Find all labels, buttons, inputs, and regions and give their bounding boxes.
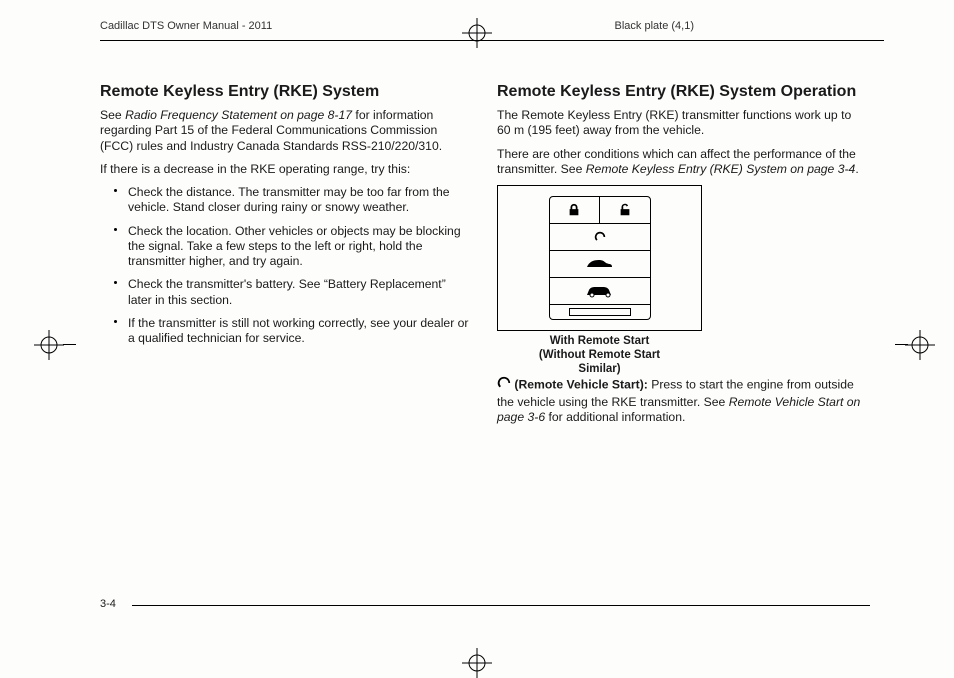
left-column: Remote Keyless Entry (RKE) System See Ra… [100, 82, 471, 608]
xref-italic: Radio Frequency Statement on page 8-17 [125, 108, 352, 122]
right-para-2: There are other conditions which can aff… [497, 147, 868, 178]
remote-start-icon [497, 376, 511, 394]
list-text: If the transmitter is still not working … [128, 316, 468, 345]
page: Cadillac DTS Owner Manual - 2011 Black p… [0, 0, 954, 668]
remote-row-blank [550, 305, 650, 319]
lock-icon [550, 197, 601, 223]
remote-figure [497, 185, 702, 331]
plate-label: Black plate (4,1) [615, 20, 694, 32]
right-heading: Remote Keyless Entry (RKE) System Operat… [497, 82, 868, 102]
list-text: Check the transmitter's battery. See “Ba… [128, 277, 446, 306]
xref-italic: Remote Keyless Entry (RKE) System on pag… [586, 162, 856, 176]
register-mark-right [905, 330, 935, 360]
remote-row-car [550, 278, 650, 305]
left-para-2: If there is a decrease in the RKE operat… [100, 162, 471, 177]
register-mark-top [462, 18, 492, 48]
text: . [855, 162, 858, 176]
text: for additional information. [545, 410, 685, 424]
rvs-label: (Remote Vehicle Start): [511, 378, 648, 392]
register-mark-left [34, 330, 64, 360]
remote-slot-icon [569, 308, 631, 316]
rvs-paragraph: (Remote Vehicle Start): Press to start t… [497, 376, 868, 425]
header-rule [100, 40, 884, 41]
crop-tick-left [63, 344, 76, 345]
remote-row-trunk [550, 251, 650, 278]
bullet-icon [114, 281, 117, 284]
remote-row-locks [550, 197, 650, 224]
bullet-icon [114, 228, 117, 231]
list-item: Check the transmitter's battery. See “Ba… [100, 277, 471, 308]
list-text: Check the location. Other vehicles or ob… [128, 224, 461, 269]
content-area: Remote Keyless Entry (RKE) System See Ra… [100, 82, 868, 608]
remote-row-start [550, 224, 650, 251]
bullet-icon [114, 320, 117, 323]
list-text: Check the distance. The transmitter may … [128, 185, 450, 214]
right-para-1: The Remote Keyless Entry (RKE) transmitt… [497, 108, 868, 139]
text: See [100, 108, 125, 122]
bullet-list: Check the distance. The transmitter may … [100, 185, 471, 346]
left-heading: Remote Keyless Entry (RKE) System [100, 82, 471, 102]
manual-title: Cadillac DTS Owner Manual - 2011 [100, 20, 272, 32]
right-column: Remote Keyless Entry (RKE) System Operat… [497, 82, 868, 608]
footer-rule [132, 605, 870, 607]
figure-caption: With Remote Start (Without Remote Start … [497, 335, 702, 376]
list-item: Check the location. Other vehicles or ob… [100, 224, 471, 270]
left-para-1: See Radio Frequency Statement on page 8-… [100, 108, 471, 154]
bullet-icon [114, 189, 117, 192]
unlock-icon [600, 197, 650, 223]
list-item: If the transmitter is still not working … [100, 316, 471, 347]
caption-line: With Remote Start [497, 335, 702, 349]
page-number: 3-4 [100, 598, 116, 610]
remote-body [549, 196, 651, 320]
list-item: Check the distance. The transmitter may … [100, 185, 471, 216]
caption-line: (Without Remote Start [497, 349, 702, 363]
crop-tick-right [895, 344, 908, 345]
caption-line: Similar) [497, 363, 702, 377]
register-mark-bottom [462, 648, 492, 678]
